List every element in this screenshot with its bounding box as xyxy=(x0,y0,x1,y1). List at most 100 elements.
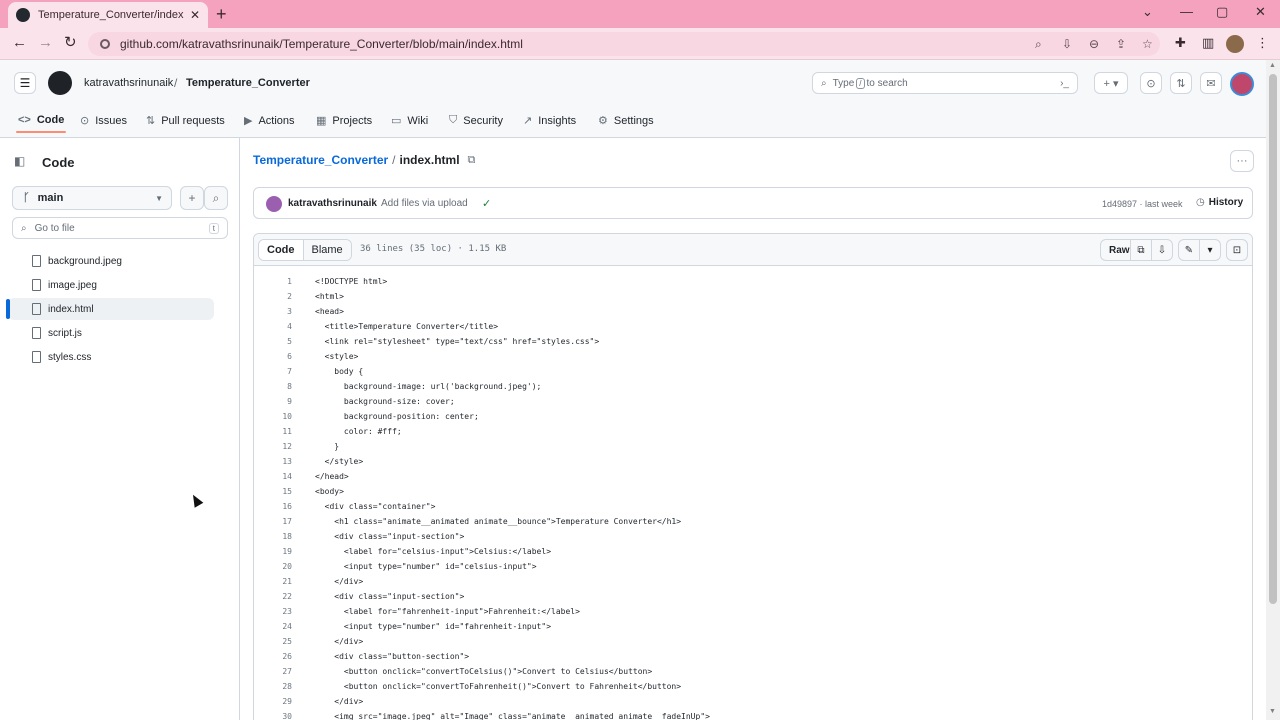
command-palette-icon[interactable]: ›_ xyxy=(1060,78,1069,89)
bookmark-star-icon[interactable]: ☆ xyxy=(1142,37,1153,51)
new-tab-icon[interactable]: + xyxy=(216,4,227,24)
global-menu-icon[interactable]: ☰ xyxy=(14,72,36,94)
sidebar-file-script-js[interactable]: script.js xyxy=(8,322,214,344)
sidebar-file-image-jpeg[interactable]: image.jpeg xyxy=(8,274,214,296)
header-owner-link[interactable]: katravathsrinunaik xyxy=(84,77,173,89)
line-number[interactable]: 4 xyxy=(254,322,292,331)
issues-icon[interactable]: ⊙ xyxy=(1140,72,1162,94)
line-number[interactable]: 11 xyxy=(254,427,292,436)
line-number[interactable]: 2 xyxy=(254,292,292,301)
collapse-sidebar-icon[interactable]: ◧ xyxy=(14,154,25,168)
copy-raw-icon[interactable]: ⧉ xyxy=(1130,239,1152,261)
sidebar-file-styles-css[interactable]: styles.css xyxy=(8,346,214,368)
history-button[interactable]: ◷ History xyxy=(1196,197,1243,208)
site-info-icon[interactable] xyxy=(100,39,110,49)
line-number[interactable]: 20 xyxy=(254,562,292,571)
tab-settings[interactable]: ⚙ Settings xyxy=(598,114,654,128)
line-number[interactable]: 14 xyxy=(254,472,292,481)
tab-pull-requests[interactable]: ⇅ Pull requests xyxy=(146,114,225,128)
search-page-icon[interactable]: ⌕ xyxy=(1035,37,1042,52)
line-number[interactable]: 6 xyxy=(254,352,292,361)
header-repo-link[interactable]: Temperature_Converter xyxy=(186,77,310,89)
go-to-file-input[interactable]: ⌕ Go to file t xyxy=(12,217,228,239)
line-number[interactable]: 12 xyxy=(254,442,292,451)
line-number[interactable]: 21 xyxy=(254,577,292,586)
commit-sha-time[interactable]: 1d49897 · last week xyxy=(1102,199,1183,209)
pull-requests-icon[interactable]: ⇅ xyxy=(1170,72,1192,94)
inbox-icon[interactable]: ✉ xyxy=(1200,72,1222,94)
line-number[interactable]: 16 xyxy=(254,502,292,511)
line-number[interactable]: 19 xyxy=(254,547,292,556)
tab-issues[interactable]: ⊙ Issues xyxy=(80,114,127,128)
line-number[interactable]: 24 xyxy=(254,622,292,631)
code-view-button[interactable]: Code xyxy=(259,240,304,260)
line-number[interactable]: 3 xyxy=(254,307,292,316)
line-number[interactable]: 1 xyxy=(254,277,292,286)
line-number[interactable]: 26 xyxy=(254,652,292,661)
scroll-up-icon[interactable]: ▲ xyxy=(1269,62,1276,69)
line-number[interactable]: 29 xyxy=(254,697,292,706)
line-number[interactable]: 28 xyxy=(254,682,292,691)
line-number[interactable]: 10 xyxy=(254,412,292,421)
scroll-down-icon[interactable]: ▼ xyxy=(1269,708,1276,715)
tab-security[interactable]: ⛉ Security xyxy=(449,114,503,127)
blame-view-button[interactable]: Blame xyxy=(303,240,351,260)
create-new-button[interactable]: + ▾ xyxy=(1094,72,1128,94)
line-number[interactable]: 13 xyxy=(254,457,292,466)
tab-search-chevron-icon[interactable]: ⌄ xyxy=(1142,4,1153,20)
edit-pencil-icon[interactable]: ✎ xyxy=(1178,239,1200,261)
maximize-icon[interactable]: ▢ xyxy=(1216,4,1228,20)
install-app-icon[interactable]: ⇩ xyxy=(1062,37,1072,51)
line-number[interactable]: 15 xyxy=(254,487,292,496)
reload-icon[interactable]: ↻ xyxy=(64,34,77,52)
back-icon[interactable]: ← xyxy=(12,34,27,52)
page-scrollbar[interactable]: ▲ ▼ xyxy=(1266,60,1280,720)
line-number[interactable]: 7 xyxy=(254,367,292,376)
line-number[interactable]: 18 xyxy=(254,532,292,541)
sidebar-file-background-jpeg[interactable]: background.jpeg xyxy=(8,250,214,272)
browser-tab[interactable]: Temperature_Converter/index.ht ✕ xyxy=(8,2,208,28)
line-number[interactable]: 27 xyxy=(254,667,292,676)
line-number[interactable]: 23 xyxy=(254,607,292,616)
search-files-button[interactable]: ⌕ xyxy=(204,186,228,210)
line-number[interactable]: 5 xyxy=(254,337,292,346)
tab-code[interactable]: <> Code xyxy=(18,114,64,126)
line-number[interactable]: 8 xyxy=(254,382,292,391)
tab-insights[interactable]: ↗ Insights xyxy=(523,114,576,128)
add-file-button[interactable]: + xyxy=(180,186,204,210)
user-avatar[interactable] xyxy=(1230,72,1254,96)
tab-actions[interactable]: ▶ Actions xyxy=(244,114,295,128)
sidebar-file-index-html[interactable]: index.html xyxy=(8,298,214,320)
commit-message[interactable]: Add files via upload xyxy=(381,198,468,209)
commit-author[interactable]: katravathsrinunaik xyxy=(288,198,377,209)
line-number[interactable]: 30 xyxy=(254,712,292,720)
github-search-input[interactable]: ⌕ Type / to search ›_ xyxy=(812,72,1078,94)
forward-icon[interactable]: → xyxy=(38,34,53,52)
browser-profile-avatar[interactable] xyxy=(1226,35,1244,53)
scrollbar-thumb[interactable] xyxy=(1269,74,1277,604)
address-bar[interactable]: github.com/katravathsrinunaik/Temperatur… xyxy=(88,32,1160,56)
close-tab-icon[interactable]: ✕ xyxy=(190,8,200,22)
copy-path-icon[interactable]: ⧉ xyxy=(468,154,476,167)
share-icon[interactable]: ⇪ xyxy=(1116,37,1126,51)
line-number[interactable]: 9 xyxy=(254,397,292,406)
side-panel-icon[interactable]: ▥ xyxy=(1202,35,1214,51)
symbols-panel-icon[interactable]: ⊡ xyxy=(1226,239,1248,261)
check-icon[interactable]: ✓ xyxy=(482,197,491,210)
more-options-button[interactable]: ··· xyxy=(1230,150,1254,172)
zoom-icon[interactable]: ⊖ xyxy=(1089,37,1099,51)
close-window-icon[interactable]: ✕ xyxy=(1255,4,1266,20)
branch-selector[interactable]: ᚴ main ▼ xyxy=(12,186,172,210)
edit-dropdown-icon[interactable]: ▾ xyxy=(1199,239,1221,261)
browser-menu-icon[interactable]: ⋮ xyxy=(1256,35,1269,51)
extensions-puzzle-icon[interactable]: ✚ xyxy=(1175,35,1186,51)
github-logo-icon[interactable] xyxy=(48,71,72,95)
line-number[interactable]: 22 xyxy=(254,592,292,601)
tab-projects[interactable]: ▦ Projects xyxy=(316,114,372,128)
line-number[interactable]: 17 xyxy=(254,517,292,526)
commit-author-avatar[interactable] xyxy=(266,196,282,212)
breadcrumb-repo-link[interactable]: Temperature_Converter xyxy=(253,153,388,167)
minimize-icon[interactable]: — xyxy=(1180,4,1193,19)
tab-wiki[interactable]: ▭ Wiki xyxy=(391,114,428,128)
download-icon[interactable]: ⇩ xyxy=(1151,239,1173,261)
